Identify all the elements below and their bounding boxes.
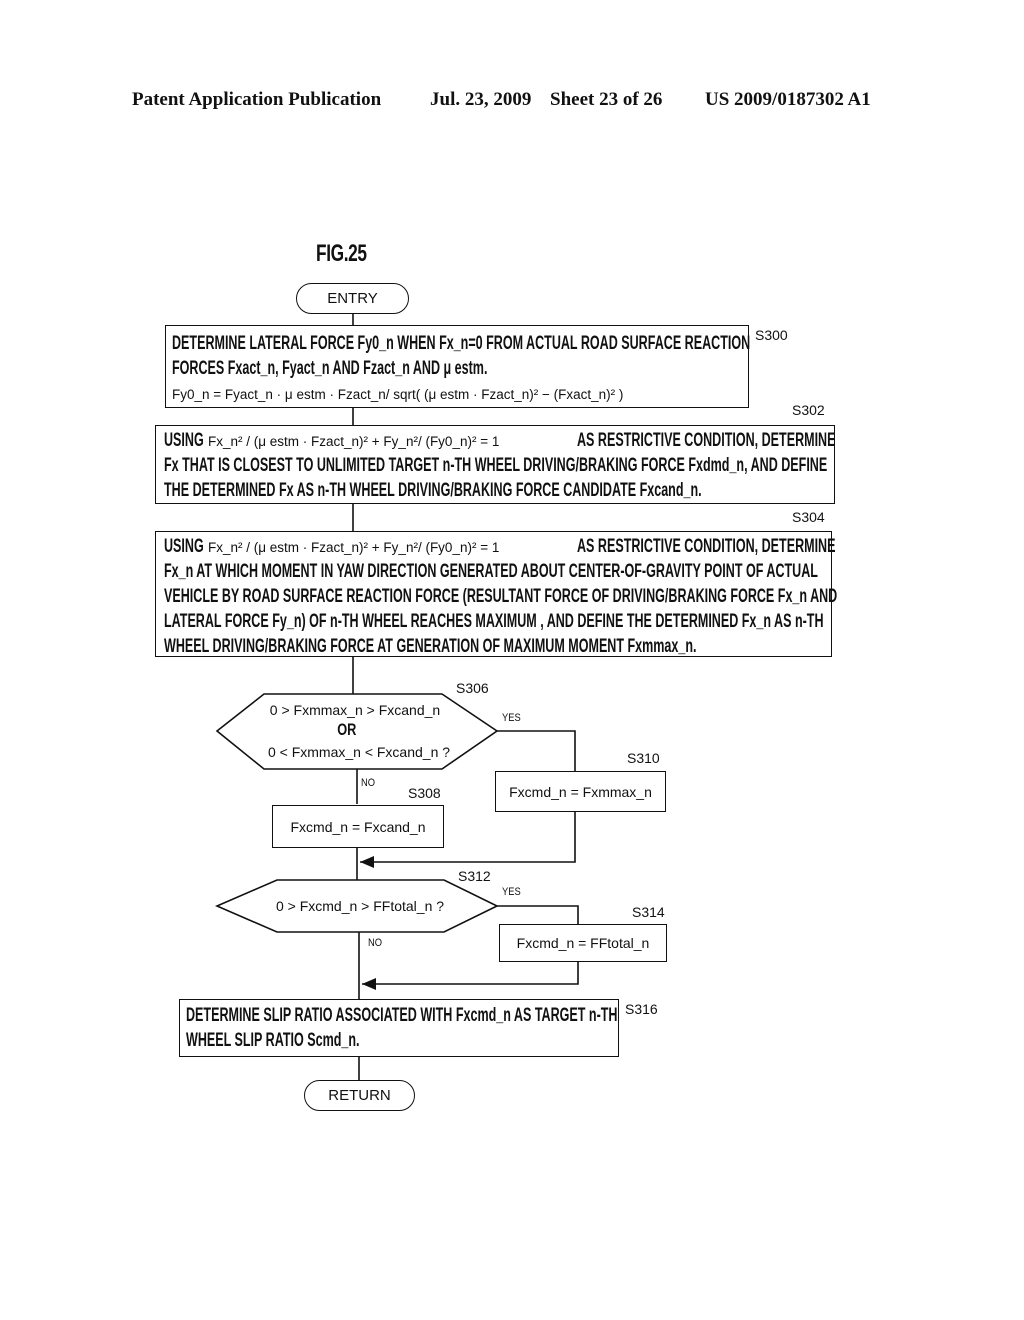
s300-formula: Fy0_n = Fyact_n · μ estm · Fzact_n/ sqrt…	[172, 387, 624, 402]
entry-label: ENTRY	[327, 290, 378, 307]
s304-formula: Fx_n² / (μ estm · Fzact_n)² + Fy_n²/ (Fy…	[208, 540, 500, 555]
s312-condition: 0 > Fxcmd_n > FFtotal_n ?	[275, 898, 445, 914]
s308-text: Fxcmd_n = Fxcand_n	[290, 818, 426, 835]
s304-line5: WHEEL DRIVING/BRAKING FORCE AT GENERATIO…	[164, 636, 697, 657]
connector-s314-merge	[362, 961, 579, 985]
s314-text: Fxcmd_n = FFtotal_n	[516, 935, 650, 951]
step-id-s304: S304	[792, 509, 825, 525]
step-id-s302: S302	[792, 402, 825, 418]
s306-or: OR	[337, 720, 357, 739]
arrowhead-merge-1	[360, 856, 374, 868]
s306-condition-1: 0 > Fxmmax_n > Fxcand_n	[269, 702, 441, 718]
s304-line2: Fx_n AT WHICH MOMENT IN YAW DIRECTION GE…	[164, 561, 818, 582]
s302-line1-rest: AS RESTRICTIVE CONDITION, DETERMINE	[577, 430, 836, 451]
step-id-s308: S308	[408, 785, 441, 801]
flowchart-connectors	[214, 313, 579, 1080]
step-s308-box: Fxcmd_n = Fxcand_n	[272, 805, 444, 848]
connector-s306-yes	[497, 730, 576, 771]
step-s316-box: DETERMINE SLIP RATIO ASSOCIATED WITH Fxc…	[179, 999, 619, 1057]
step-id-s306: S306	[456, 680, 489, 696]
connector-s312-yes	[497, 905, 579, 925]
step-id-s312: S312	[458, 868, 491, 884]
s310-text: Fxcmd_n = Fxmmax_n	[509, 783, 652, 800]
s312-no-label: NO	[368, 937, 383, 949]
s312-yes-label: YES	[502, 886, 521, 898]
s304-using: USING	[164, 536, 204, 557]
entry-terminal: ENTRY	[296, 283, 409, 314]
return-terminal: RETURN	[304, 1080, 415, 1111]
s300-line2: FORCES Fxact_n, Fyact_n AND Fzact_n AND …	[172, 358, 488, 379]
step-s310-box: Fxcmd_n = Fxmmax_n	[495, 771, 666, 812]
s302-using: USING	[164, 430, 204, 451]
step-s314-box: Fxcmd_n = FFtotal_n	[499, 924, 667, 962]
step-s304-box: USING Fx_n² / (μ estm · Fzact_n)² + Fy_n²…	[155, 531, 837, 657]
s316-line1: DETERMINE SLIP RATIO ASSOCIATED WITH Fxc…	[186, 1005, 618, 1026]
return-label: RETURN	[328, 1087, 391, 1104]
step-id-s314: S314	[632, 904, 665, 920]
s304-line4: LATERAL FORCE Fy_n) OF n-TH WHEEL REACHE…	[164, 611, 824, 632]
s302-formula: Fx_n² / (μ estm · Fzact_n)² + Fy_n²/ (Fy…	[208, 434, 500, 449]
s300-line1: DETERMINE LATERAL FORCE Fy0_n WHEN Fx_n=…	[172, 333, 751, 354]
step-s302-box: USING Fx_n² / (μ estm · Fzact_n)² + Fy_n²…	[155, 425, 835, 504]
step-id-s300: S300	[755, 327, 788, 343]
figure-title: FIG.25	[316, 240, 367, 267]
step-s300-box: DETERMINE LATERAL FORCE Fy0_n WHEN Fx_n=…	[165, 325, 751, 408]
s306-condition-2: 0 < Fxmmax_n < Fxcand_n ?	[267, 744, 451, 760]
s306-or-wrap: OR	[240, 720, 454, 740]
s316-line2: WHEEL SLIP RATIO Scmd_n.	[186, 1030, 360, 1051]
arrowhead-merge-2	[362, 978, 376, 990]
step-id-s316: S316	[625, 1001, 658, 1017]
s302-line3: THE DETERMINED Fx AS n-TH WHEEL DRIVING/…	[164, 480, 702, 501]
s302-line2: Fx THAT IS CLOSEST TO UNLIMITED TARGET n…	[164, 455, 828, 476]
s304-line1-rest: AS RESTRICTIVE CONDITION, DETERMINE	[577, 536, 836, 557]
step-id-s310: S310	[627, 750, 660, 766]
s306-no-label: NO	[361, 777, 376, 789]
s306-yes-label: YES	[502, 712, 521, 724]
s304-line3: VEHICLE BY ROAD SURFACE REACTION FORCE (…	[164, 586, 838, 607]
